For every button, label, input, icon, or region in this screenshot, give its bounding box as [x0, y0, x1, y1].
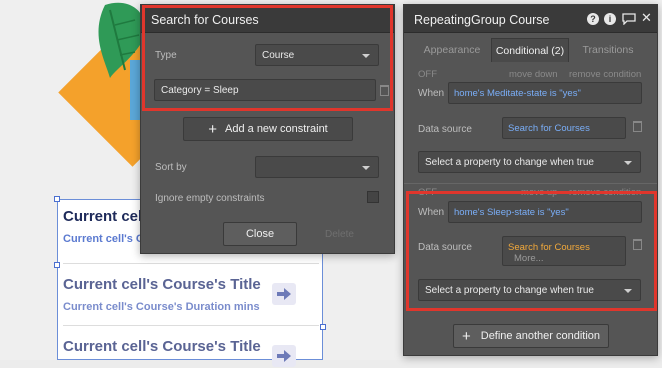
constraint-value: Category = Sleep	[161, 85, 239, 96]
panel-title: RepeatingGroup Course	[404, 5, 657, 33]
define-another-condition-button[interactable]: + Define another condition	[453, 324, 609, 348]
data-source-label: Data source	[418, 124, 472, 135]
data-source-expression[interactable]: Search for Courses	[502, 117, 626, 139]
more-link[interactable]: More...	[514, 253, 620, 264]
chevron-down-icon	[362, 54, 370, 58]
add-constraint-label: Add a new constraint	[225, 123, 328, 135]
chevron-down-icon	[624, 289, 632, 293]
property-placeholder: Select a property to change when true	[425, 157, 594, 168]
data-source-label: Data source	[418, 242, 472, 253]
ignore-empty-checkbox[interactable]	[367, 191, 379, 203]
remove-condition-link[interactable]: remove condition	[569, 69, 641, 80]
tab-conditional[interactable]: Conditional (2)	[491, 38, 569, 62]
close-button[interactable]: Close	[223, 222, 297, 246]
chevron-down-icon	[624, 161, 632, 165]
delete-link[interactable]: Delete	[325, 229, 354, 240]
plus-icon: +	[461, 327, 471, 345]
chevron-down-icon	[362, 166, 370, 170]
type-dropdown[interactable]: Course	[255, 44, 379, 66]
resize-handle[interactable]	[320, 324, 326, 330]
arrow-right-icon[interactable]	[272, 283, 296, 305]
when-label: When	[418, 207, 445, 218]
when-label: When	[418, 88, 445, 99]
resize-handle[interactable]	[54, 262, 60, 268]
trash-icon[interactable]	[380, 85, 389, 96]
close-label: Close	[245, 228, 275, 240]
constraint-field[interactable]: Category = Sleep	[154, 79, 376, 101]
condition-off-label[interactable]: OFF	[418, 187, 437, 198]
property-dropdown[interactable]: Select a property to change when true	[418, 279, 641, 301]
property-dropdown[interactable]: Select a property to change when true	[418, 151, 641, 173]
sort-by-dropdown[interactable]	[255, 156, 379, 178]
info-icon[interactable]: i	[604, 13, 616, 25]
search-courses-panel: Search for Courses Type Course Category …	[140, 4, 395, 254]
define-another-label: Define another condition	[480, 330, 600, 342]
trash-icon[interactable]	[633, 121, 642, 132]
type-value: Course	[262, 50, 295, 61]
trash-icon[interactable]	[633, 239, 642, 250]
property-placeholder: Select a property to change when true	[425, 285, 594, 296]
help-icon[interactable]: ?	[587, 13, 599, 25]
comment-icon[interactable]	[622, 13, 636, 25]
tab-appearance[interactable]: Appearance	[414, 38, 490, 62]
resize-handle[interactable]	[54, 196, 60, 202]
condition-off-label[interactable]: OFF	[418, 69, 437, 80]
type-label: Type	[155, 50, 177, 61]
tab-transitions[interactable]: Transitions	[572, 38, 644, 62]
sort-by-label: Sort by	[155, 162, 187, 173]
panel-title-text: RepeatingGroup Course	[414, 13, 550, 27]
ignore-empty-label: Ignore empty constraints	[155, 193, 265, 204]
conditional-panel: RepeatingGroup Course ? i ✕ Appearance C…	[403, 4, 658, 356]
move-down-link[interactable]: move down	[509, 69, 558, 80]
panel-title: Search for Courses	[141, 5, 394, 33]
when-expression[interactable]: home's Sleep-state is "yes"	[448, 201, 642, 223]
add-constraint-button[interactable]: + Add a new constraint	[183, 117, 353, 141]
tab-bar: Appearance Conditional (2) Transitions	[404, 38, 657, 62]
arrow-right-icon[interactable]	[272, 345, 296, 367]
when-expression[interactable]: home's Meditate-state is "yes"	[448, 82, 642, 104]
data-source-value: Search for Courses	[508, 242, 590, 253]
close-icon[interactable]: ✕	[641, 10, 652, 26]
move-up-link[interactable]: move up	[521, 187, 557, 198]
data-source-expression[interactable]: Search for Courses More...	[502, 236, 626, 266]
plus-icon: +	[208, 120, 218, 138]
remove-condition-link[interactable]: remove condition	[569, 187, 641, 198]
divider	[404, 183, 657, 184]
